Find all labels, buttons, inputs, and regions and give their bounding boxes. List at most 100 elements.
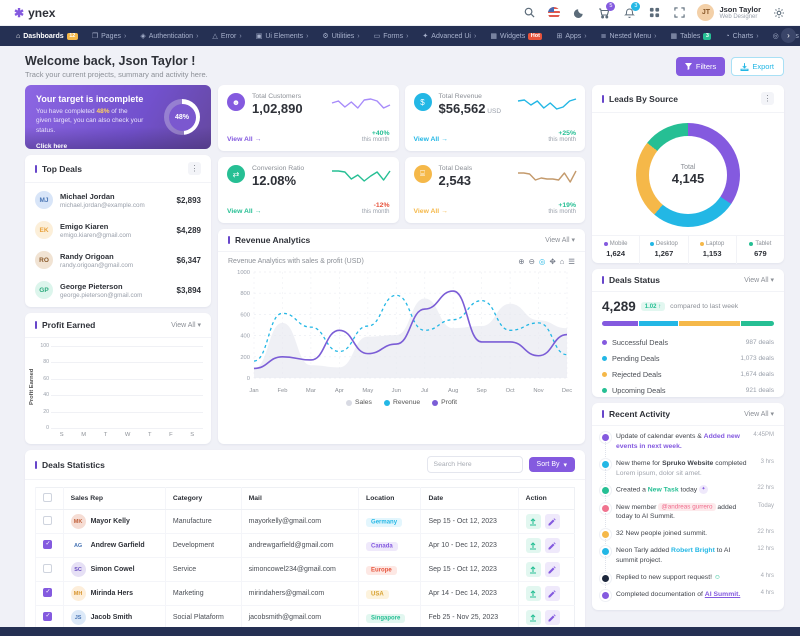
share-action-button[interactable] [525, 514, 541, 529]
avatar: MK [70, 514, 86, 529]
user-profile-button[interactable]: JT Json Taylor Web Designer [697, 4, 761, 21]
top-deals-card: Top Deals ⋮ MJ Michael Jordan michael.jord… [25, 155, 211, 307]
row-checkbox[interactable] [43, 564, 52, 573]
edit-action-button[interactable] [544, 586, 560, 601]
nav-item-error[interactable]: △ Error › [212, 32, 241, 41]
activity-text-segment: today [678, 486, 700, 494]
row-checkbox[interactable] [43, 540, 52, 549]
maps-icon: ◎ [772, 33, 779, 40]
status-count: 1,674 deals [740, 370, 774, 378]
menu-icon[interactable]: ☰ [568, 257, 575, 266]
export-button[interactable]: Export [731, 57, 784, 76]
activity-item: Neon Tarly added Robert Bright to AI sum… [602, 546, 774, 575]
pan-icon[interactable]: ✥ [549, 257, 555, 266]
user-avatar: JT [697, 4, 715, 21]
top-deal-row: MJ Michael Jordan michael.jordan@example.c… [25, 185, 211, 215]
cell-checkbox [35, 509, 64, 534]
legend-dot [432, 399, 439, 406]
deals-table-body: MK Mayor Kelly Manufacture mayorkelly@gmail… [35, 509, 575, 630]
fullscreen-icon[interactable] [672, 6, 686, 20]
edit-action-button[interactable] [544, 538, 560, 553]
logo-text: ynex [28, 5, 56, 20]
more-options-icon[interactable]: ⋮ [761, 92, 774, 105]
stat-view-all-link[interactable]: View All → [414, 208, 448, 215]
apps-grid-icon[interactable] [647, 6, 661, 20]
revenue-view-all[interactable]: View All ▾ [545, 236, 575, 244]
activity-dot [602, 548, 609, 556]
stat-delta: +40% [371, 130, 390, 137]
share-action-button[interactable] [525, 538, 541, 553]
cell-date: Apr 14 - Dec 14, 2023 [420, 581, 519, 606]
nav-item-pages[interactable]: ❐ Pages › [92, 32, 126, 41]
stat-view-all-link[interactable]: View All → [227, 136, 261, 143]
share-action-button[interactable] [525, 610, 541, 625]
nav-item-utilities[interactable]: ⚙ Utilities › [322, 32, 359, 41]
table-row: AG Andrew Garfield Developmentandrewgarfie… [35, 533, 575, 558]
nav-item-charts[interactable]: ◔ Charts › [725, 33, 758, 40]
nav-scroll-next-button[interactable]: › [781, 28, 796, 43]
status-label: Rejected Deals [612, 369, 662, 379]
nav-item-tables[interactable]: ▦ Tables 3 [670, 32, 712, 40]
nested-menu-icon: ≣ [600, 33, 607, 40]
nav-item-advanced-ui[interactable]: ✦ Advanced Ui › [422, 32, 476, 41]
share-action-button[interactable] [525, 586, 541, 601]
cell-location: Canada [358, 533, 421, 558]
deals-status-value: 4,289 [602, 299, 636, 314]
cart-icon[interactable]: 5 [597, 1, 616, 20]
stat-card-total-revenue: $ Total Revenue $56,562 USD View All → +25% t… [404, 85, 585, 151]
edit-action-button[interactable] [544, 562, 560, 577]
sort-by-button[interactable]: Sort By ▾ [528, 457, 575, 472]
target-click-here-link[interactable]: Click here [36, 143, 67, 149]
stat-value: 12.08% [252, 173, 297, 188]
home-icon[interactable]: ⌂ [560, 257, 565, 266]
zoom-out-icon[interactable]: ⊖ [529, 257, 535, 266]
notifications-bell-icon[interactable]: 3 [622, 1, 641, 20]
profit-view-all[interactable]: View All ▾ [171, 321, 201, 329]
authentication-icon: ◈ [140, 33, 146, 40]
stat-period: this month [548, 209, 576, 215]
search-icon[interactable] [522, 6, 536, 20]
svg-text:1000: 1000 [237, 270, 250, 276]
nav-item-authentication[interactable]: ◈ Authentication › [140, 32, 198, 41]
app-logo[interactable]: ✱ ynex [14, 6, 55, 20]
column-header-checkbox [35, 487, 64, 510]
cell-sales-rep: MH Mirinda Hers [62, 581, 166, 606]
row-checkbox[interactable] [43, 516, 52, 525]
stat-value: 1,02,890 [252, 101, 303, 116]
nav-item-apps[interactable]: ⊞ Apps › [556, 32, 586, 41]
activity-text-segment: Created a [616, 486, 648, 494]
nav-item-label: Nested Menu [609, 32, 652, 40]
target-progress-ring: 48% [164, 99, 200, 135]
deals-status-view-all[interactable]: View All ▾ [744, 276, 774, 284]
welcome-section: Welcome back, Json Taylor ! Track your c… [0, 46, 800, 85]
top-deal-row: EK Emigo Kiaren emigo.kiaren@gmail.com $4,2… [25, 215, 211, 245]
bell-badge: 3 [631, 1, 641, 11]
zoom-in-icon[interactable]: ⊕ [518, 257, 524, 266]
deal-info: George Pieterson george.pieterson@gmail.c… [60, 282, 142, 299]
stat-view-all-link[interactable]: View All → [414, 136, 448, 143]
row-checkbox[interactable] [43, 612, 52, 621]
selection-zoom-icon[interactable]: ◎ [539, 257, 546, 266]
filters-button[interactable]: Filters [675, 57, 726, 76]
table-search-input[interactable] [426, 456, 523, 473]
activity-link[interactable]: AI Summit. [705, 591, 741, 598]
nav-item-forms[interactable]: ▭ Forms › [374, 32, 409, 41]
select-all-checkbox[interactable] [43, 493, 52, 502]
more-options-icon[interactable]: ⋮ [188, 162, 201, 175]
edit-action-button[interactable] [544, 514, 560, 529]
nav-item-ui-elements[interactable]: ▣ Ui Elements › [256, 32, 309, 41]
cell-mail: jacobsmith@gmail.com [240, 605, 359, 630]
language-flag-icon[interactable] [547, 6, 561, 20]
share-action-button[interactable] [525, 562, 541, 577]
nav-item-widgets[interactable]: ▦ Widgets Hot [490, 32, 543, 40]
avatar: SC [70, 562, 86, 577]
edit-action-button[interactable] [544, 610, 560, 625]
settings-gear-icon[interactable] [772, 6, 786, 20]
dark-mode-icon[interactable] [572, 6, 586, 20]
recent-activity-view-all[interactable]: View All ▾ [744, 410, 774, 418]
nav-item-dashboards[interactable]: ⌂ Dashboards 12 [16, 32, 78, 40]
nav-item-nested-menu[interactable]: ≣ Nested Menu › [600, 32, 657, 41]
target-card: Your target is incomplete You have compl… [25, 85, 211, 149]
row-checkbox[interactable] [43, 588, 52, 597]
stat-view-all-link[interactable]: View All → [227, 208, 261, 215]
